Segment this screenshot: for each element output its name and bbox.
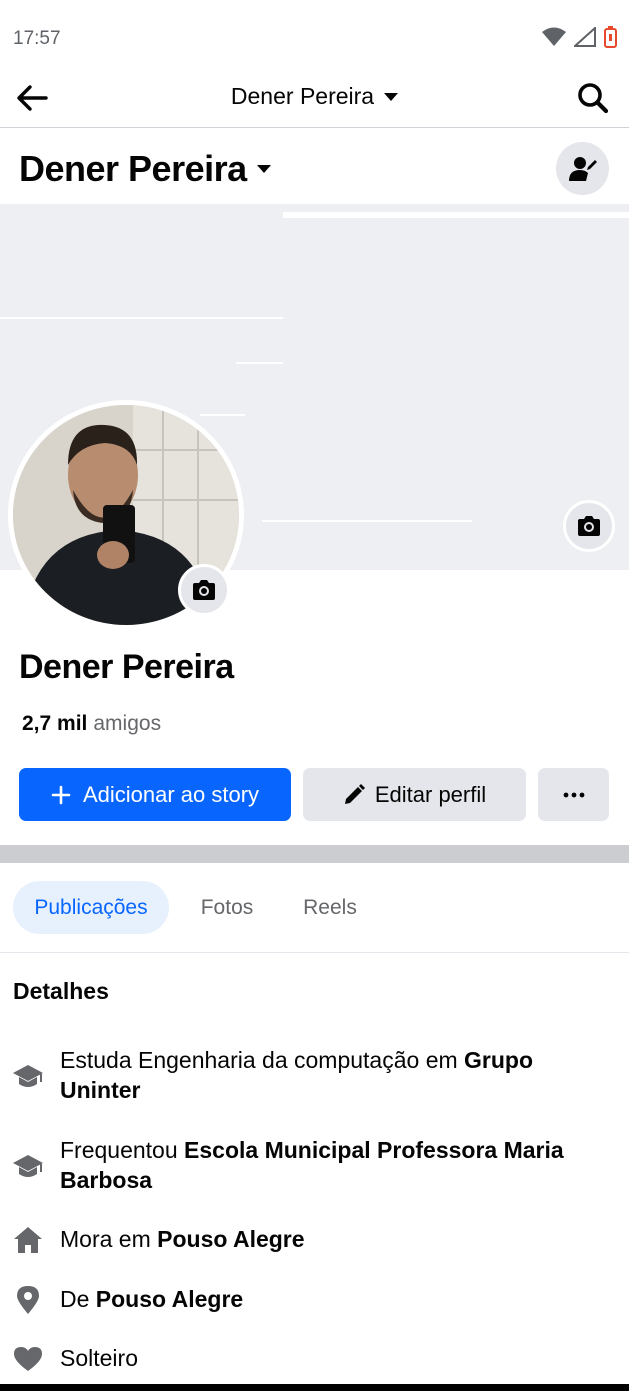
cover-glitch-line <box>0 317 283 319</box>
cover-glitch-line <box>236 362 283 364</box>
profile-switcher-name: Dener Pereira <box>19 148 247 189</box>
detail-text: Estuda Engenharia da computação em Grupo… <box>60 1047 534 1103</box>
system-nav-bar <box>0 1384 629 1391</box>
header-title: Dener Pereira <box>230 83 375 109</box>
detail-text: Frequentou Escola Municipal Professora M… <box>60 1137 564 1193</box>
battery-icon <box>604 26 617 48</box>
cover-glitch-strip <box>283 212 629 218</box>
detail-text: Solteiro <box>60 1345 138 1371</box>
home-icon <box>12 1224 44 1256</box>
cover-camera-button[interactable] <box>563 500 615 552</box>
more-horizontal-icon <box>563 792 584 797</box>
tab-label: Reels <box>303 895 357 919</box>
wifi-icon <box>542 27 566 46</box>
detail-text: Mora em Pouso Alegre <box>60 1226 305 1252</box>
avatar-camera-button[interactable] <box>178 564 230 616</box>
tab-reels[interactable]: Reels <box>285 881 375 934</box>
profile-actions: Adicionar ao story Editar perfil <box>19 768 609 821</box>
profile-switcher[interactable]: Dener Pereira <box>19 148 271 190</box>
location-pin-icon <box>12 1284 44 1316</box>
caret-down-icon <box>256 165 271 173</box>
edit-profile-label: Editar perfil <box>374 781 487 807</box>
edit-profile-button[interactable]: Editar perfil <box>303 768 526 821</box>
profile-action-button[interactable] <box>556 142 609 195</box>
detail-text: De Pouso Alegre <box>60 1286 244 1312</box>
search-icon <box>578 83 609 114</box>
graduation-cap-icon <box>12 1151 44 1183</box>
add-to-story-label: Adicionar ao story <box>82 781 260 807</box>
add-to-story-button[interactable]: Adicionar ao story <box>19 768 291 821</box>
detail-row-relationship: Solteiro <box>0 1343 629 1377</box>
profile-name-bar: Dener Pereira <box>0 130 629 206</box>
friends-count-link[interactable]: 2,7 mil amigos <box>22 712 161 736</box>
detail-row-school: Frequentou Escola Municipal Professora M… <box>0 1135 629 1199</box>
tab-fotos[interactable]: Fotos <box>182 881 272 934</box>
app-header: Dener Pereira <box>0 70 629 128</box>
cover-glitch-line <box>262 520 472 522</box>
caret-down-icon <box>384 92 399 101</box>
status-icons <box>542 26 617 48</box>
details-title: Detalhes <box>13 978 109 1004</box>
plus-icon <box>51 785 71 804</box>
section-divider <box>0 845 629 863</box>
friends-count: 2,7 mil <box>22 712 88 735</box>
camera-icon <box>578 516 600 536</box>
signal-icon <box>574 27 596 47</box>
search-button[interactable] <box>573 78 613 118</box>
detail-row-education: Estuda Engenharia da computação em Grupo… <box>0 1045 629 1109</box>
avatar-container <box>8 400 244 630</box>
user-edit-icon <box>568 156 597 181</box>
tab-publicacoes[interactable]: Publicações <box>13 881 169 934</box>
tab-label: Fotos <box>200 895 254 919</box>
heart-icon <box>12 1343 44 1375</box>
graduation-cap-icon <box>12 1061 44 1093</box>
detail-row-lives-in: Mora em Pouso Alegre <box>0 1224 629 1258</box>
friends-label: amigos <box>93 712 162 735</box>
tab-label: Publicações <box>34 895 148 919</box>
header-title-dropdown[interactable]: Dener Pereira <box>0 83 629 110</box>
status-bar: 17:57 <box>0 0 629 70</box>
camera-icon <box>193 580 215 600</box>
status-time: 17:57 <box>13 28 61 49</box>
more-options-button[interactable] <box>538 768 609 821</box>
detail-row-from: De Pouso Alegre <box>0 1284 629 1318</box>
pencil-icon <box>344 783 365 804</box>
profile-name: Dener Pereira <box>19 648 234 686</box>
profile-tabs: Publicações Fotos Reels <box>0 863 629 953</box>
